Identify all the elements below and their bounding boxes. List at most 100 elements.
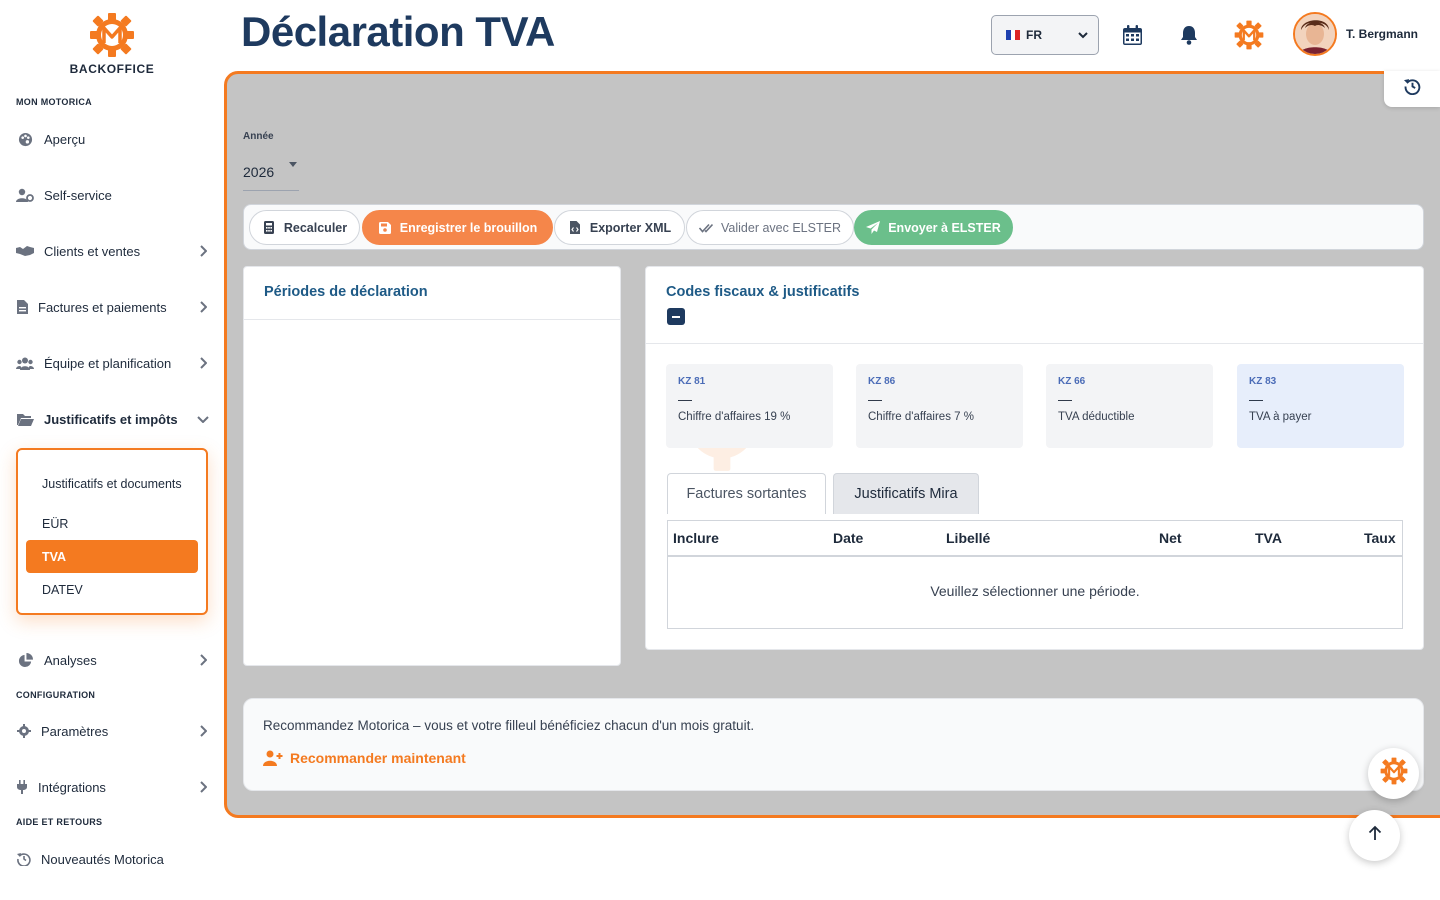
- tab-justificatifs-mira[interactable]: Justificatifs Mira: [833, 473, 979, 514]
- sidebar-item-label: Paramètres: [41, 723, 109, 739]
- sidebar-item-label: Justificatifs et impôts: [44, 411, 178, 427]
- kz-value: —: [868, 391, 882, 407]
- recommander-link[interactable]: Recommander maintenant: [263, 750, 466, 766]
- envoyer-elster-button[interactable]: Envoyer à ELSTER: [854, 210, 1013, 245]
- sidebar-item-label: Nouveautés Motorica: [41, 851, 164, 867]
- brand[interactable]: BACKOFFICE: [0, 12, 224, 76]
- submenu-item-tva[interactable]: TVA: [26, 540, 198, 573]
- tab-factures-sortantes[interactable]: Factures sortantes: [667, 473, 826, 514]
- year-label: Année: [243, 131, 274, 142]
- kz-card-83: KZ 83 — TVA à payer: [1237, 364, 1404, 448]
- table-header-divider: [668, 555, 1402, 557]
- sidebar-item-justificatifs[interactable]: Justificatifs et impôts: [16, 404, 210, 434]
- kz-value: —: [678, 391, 692, 407]
- user-name: T. Bergmann: [1346, 27, 1419, 41]
- documents-table: Inclure Date Libellé Net TVA Taux Veuill…: [667, 520, 1403, 629]
- motorica-gear-icon[interactable]: [1234, 20, 1264, 50]
- kz-label: TVA à payer: [1249, 411, 1312, 423]
- chevron-right-icon: [196, 653, 210, 667]
- kz-code: KZ 86: [868, 376, 896, 387]
- sidebar-item-label: Intégrations: [38, 779, 106, 795]
- user-plus-icon: [263, 750, 283, 766]
- invoice-icon: [16, 298, 28, 316]
- sidebar-item-factures[interactable]: Factures et paiements: [16, 292, 210, 322]
- motorica-logo-icon: [90, 13, 134, 57]
- sidebar: BACKOFFICE MON MOTORICA Aperçu Self-serv…: [0, 0, 224, 900]
- year-select[interactable]: 2026: [243, 154, 299, 191]
- sidebar-item-nouveautes[interactable]: Nouveautés Motorica: [16, 844, 210, 874]
- sidebar-item-analyses[interactable]: Analyses: [16, 645, 210, 675]
- submenu-item-justificatifs-documents[interactable]: Justificatifs et documents: [26, 466, 198, 502]
- language-select[interactable]: FR: [991, 15, 1099, 55]
- column-header-libelle[interactable]: Libellé: [946, 521, 990, 555]
- table-empty-message: Veuillez sélectionner une période.: [930, 583, 1140, 599]
- submenu-item-datev[interactable]: DATEV: [26, 580, 198, 600]
- submenu-justificatifs: Justificatifs et documents EÜR TVA DATEV: [16, 448, 208, 615]
- sidebar-item-self-service[interactable]: Self-service: [16, 180, 210, 210]
- history-icon: [16, 850, 31, 868]
- chevron-right-icon: [196, 724, 210, 738]
- section-title-configuration: CONFIGURATION: [16, 690, 96, 700]
- collapse-button[interactable]: [667, 308, 685, 325]
- chevron-right-icon: [196, 300, 210, 314]
- kz-label: Chiffre d'affaires 19 %: [678, 411, 791, 423]
- motorica-gear-icon: [1380, 757, 1408, 790]
- codes-title: Codes fiscaux & justificatifs: [666, 284, 860, 300]
- avatar: [1293, 12, 1337, 56]
- save-icon: [378, 221, 392, 235]
- enregistrer-label: Enregistrer le brouillon: [399, 220, 538, 235]
- minus-icon: [672, 315, 680, 318]
- referral-banner: Recommandez Motorica – vous et votre fil…: [243, 698, 1424, 791]
- folder-open-icon: [16, 410, 34, 428]
- scroll-to-top-button[interactable]: [1349, 810, 1400, 861]
- enregistrer-brouillon-button[interactable]: Enregistrer le brouillon: [362, 210, 553, 245]
- history-button[interactable]: [1384, 71, 1440, 107]
- pie-chart-icon: [16, 651, 34, 669]
- gear-icon: [16, 722, 31, 740]
- chevron-down-icon: [1078, 28, 1088, 42]
- periodes-title: Périodes de déclaration: [264, 284, 428, 300]
- column-header-tva[interactable]: TVA: [1255, 521, 1282, 555]
- recalculer-button[interactable]: Recalculer: [249, 210, 360, 245]
- column-header-inclure[interactable]: Inclure: [673, 521, 719, 555]
- sidebar-item-clients[interactable]: Clients et ventes: [16, 236, 210, 266]
- periodes-card: Périodes de déclaration: [243, 266, 621, 666]
- year-value: 2026: [243, 164, 275, 180]
- column-header-net[interactable]: Net: [1159, 521, 1182, 555]
- valider-label: Valider avec ELSTER: [721, 220, 841, 235]
- chevron-down-icon: [196, 412, 210, 426]
- language-value: FR: [1026, 28, 1042, 42]
- codes-card: Codes fiscaux & justificatifs KZ 81 — Ch…: [645, 266, 1424, 650]
- double-check-icon: [699, 221, 714, 235]
- sidebar-item-integrations[interactable]: Intégrations: [16, 772, 210, 802]
- kz-code: KZ 83: [1249, 376, 1277, 387]
- calculator-icon: [262, 221, 276, 235]
- sidebar-item-label: Clients et ventes: [44, 243, 141, 259]
- submenu-item-eur[interactable]: EÜR: [26, 514, 198, 534]
- card-divider: [646, 343, 1423, 344]
- exporter-xml-button[interactable]: Exporter XML: [554, 210, 685, 245]
- envoyer-label: Envoyer à ELSTER: [888, 220, 1001, 235]
- chevron-right-icon: [196, 356, 210, 370]
- sidebar-item-equipe[interactable]: Équipe et planification: [16, 348, 210, 378]
- sidebar-item-label: Aperçu: [44, 131, 86, 147]
- kz-label: Chiffre d'affaires 7 %: [868, 411, 974, 423]
- column-header-taux[interactable]: Taux: [1364, 521, 1396, 555]
- bell-icon[interactable]: [1177, 22, 1201, 48]
- chevron-right-icon: [196, 244, 210, 258]
- french-flag-icon: [1006, 30, 1021, 40]
- sidebar-item-parametres[interactable]: Paramètres: [16, 716, 210, 746]
- kz-code: KZ 66: [1058, 376, 1086, 387]
- motorica-assistant-button[interactable]: [1368, 748, 1419, 799]
- user-menu[interactable]: T. Bergmann: [1293, 12, 1418, 56]
- column-header-date[interactable]: Date: [833, 521, 863, 555]
- valider-elster-button[interactable]: Valider avec ELSTER: [686, 210, 854, 245]
- chevron-right-icon: [196, 780, 210, 794]
- calendar-icon[interactable]: [1120, 22, 1144, 48]
- sidebar-item-apercu[interactable]: Aperçu: [16, 124, 210, 154]
- user-gear-icon: [16, 186, 34, 204]
- handshake-icon: [16, 242, 34, 260]
- kz-card-86: KZ 86 — Chiffre d'affaires 7 %: [856, 364, 1023, 448]
- users-icon: [16, 354, 34, 372]
- brand-label: BACKOFFICE: [69, 62, 155, 76]
